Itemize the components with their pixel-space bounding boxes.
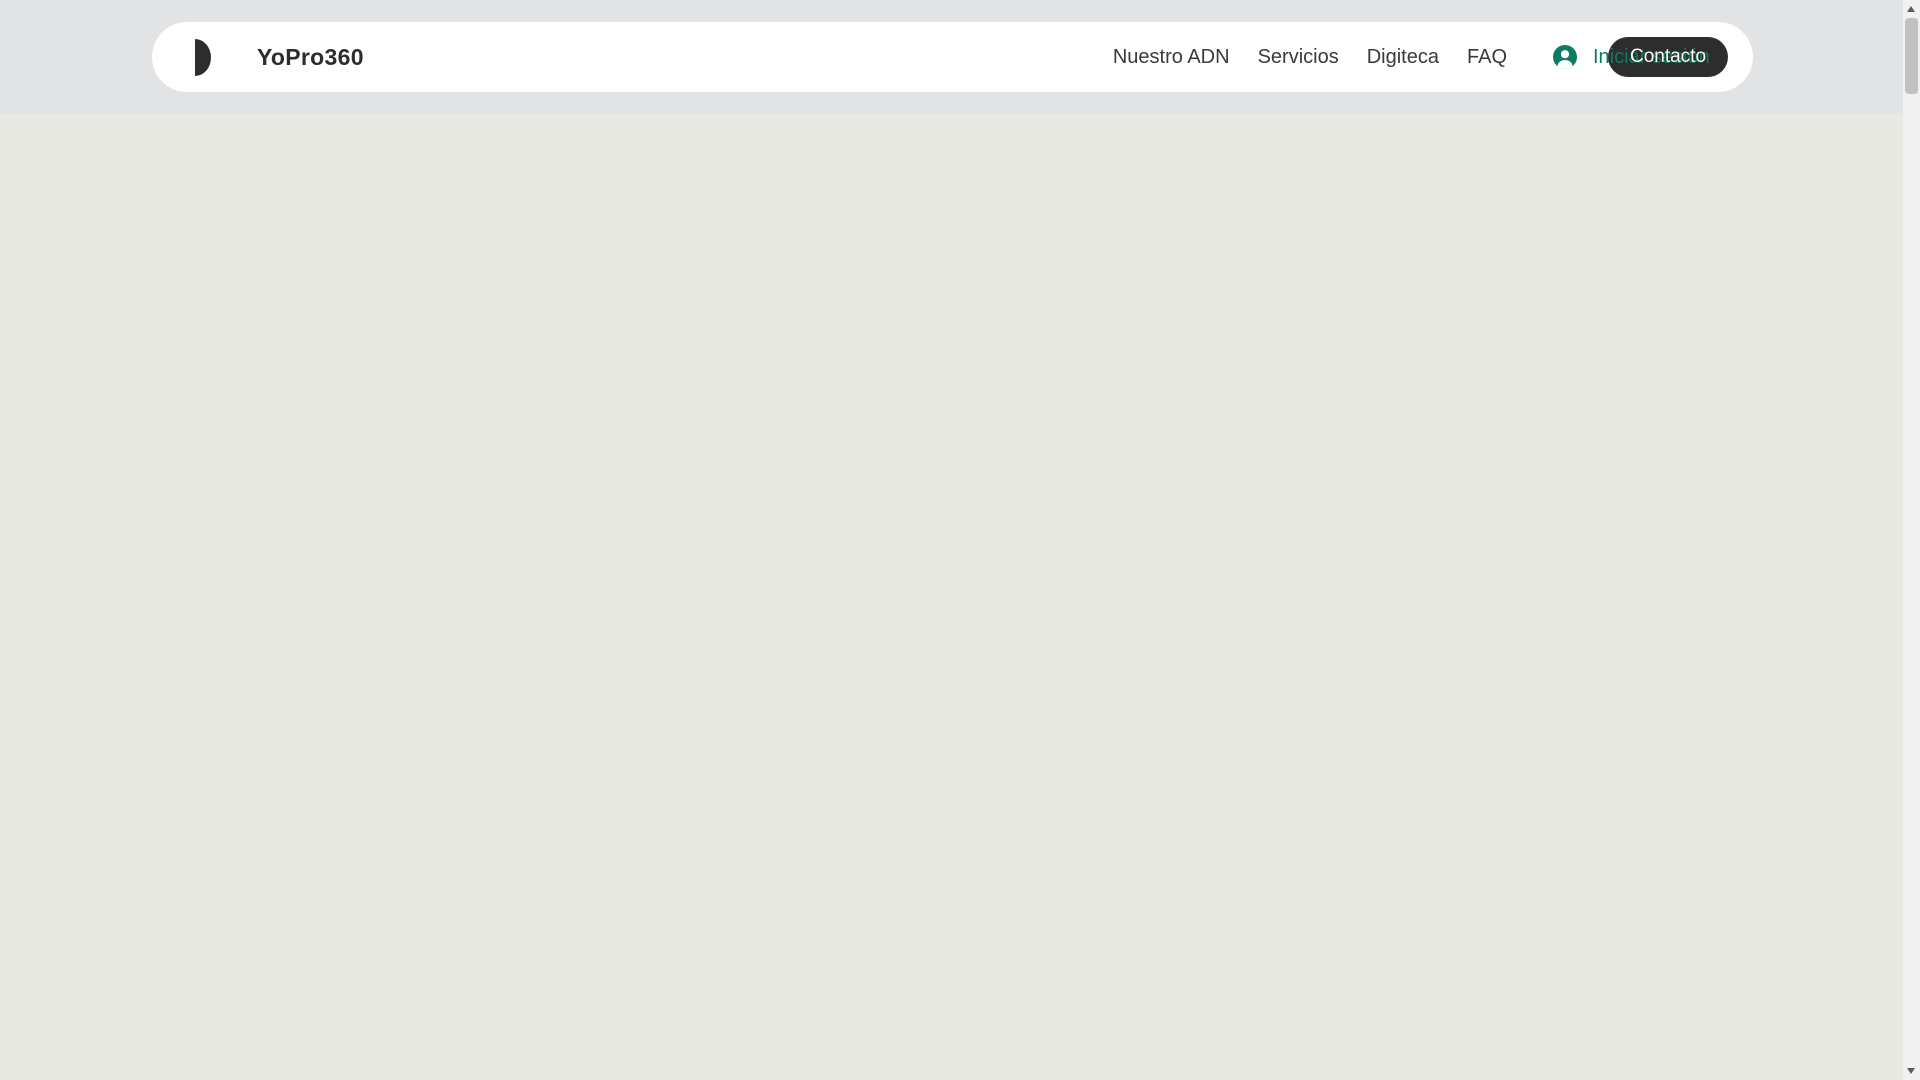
contacto-button-label: Contacto [1629, 46, 1707, 67]
user-circle-icon [1553, 45, 1577, 69]
scrollbar-thumb[interactable] [1905, 18, 1918, 94]
scrollbar-up-arrow-icon[interactable] [1907, 6, 1915, 12]
nav-link-nuestro-adn[interactable]: Nuestro ADN [1113, 46, 1230, 69]
main-content-empty-area [0, 113, 1903, 1080]
scrollbar-down-arrow-icon[interactable] [1907, 1068, 1915, 1074]
brand-title: YoPro360 [257, 43, 364, 70]
vertical-scrollbar[interactable] [1903, 0, 1920, 1080]
nav-link-servicios[interactable]: Servicios [1258, 46, 1339, 69]
nav-link-digiteca[interactable]: Digiteca [1367, 46, 1439, 69]
brand-logo-icon [195, 38, 211, 76]
header-bar: YoPro360 Nuestro ADN Servicios Digiteca … [152, 22, 1753, 92]
main-nav: Nuestro ADN Servicios Digiteca FAQ [1113, 22, 1507, 92]
nav-link-faq[interactable]: FAQ [1467, 46, 1507, 69]
brand-home-link[interactable]: YoPro360 [195, 22, 364, 92]
